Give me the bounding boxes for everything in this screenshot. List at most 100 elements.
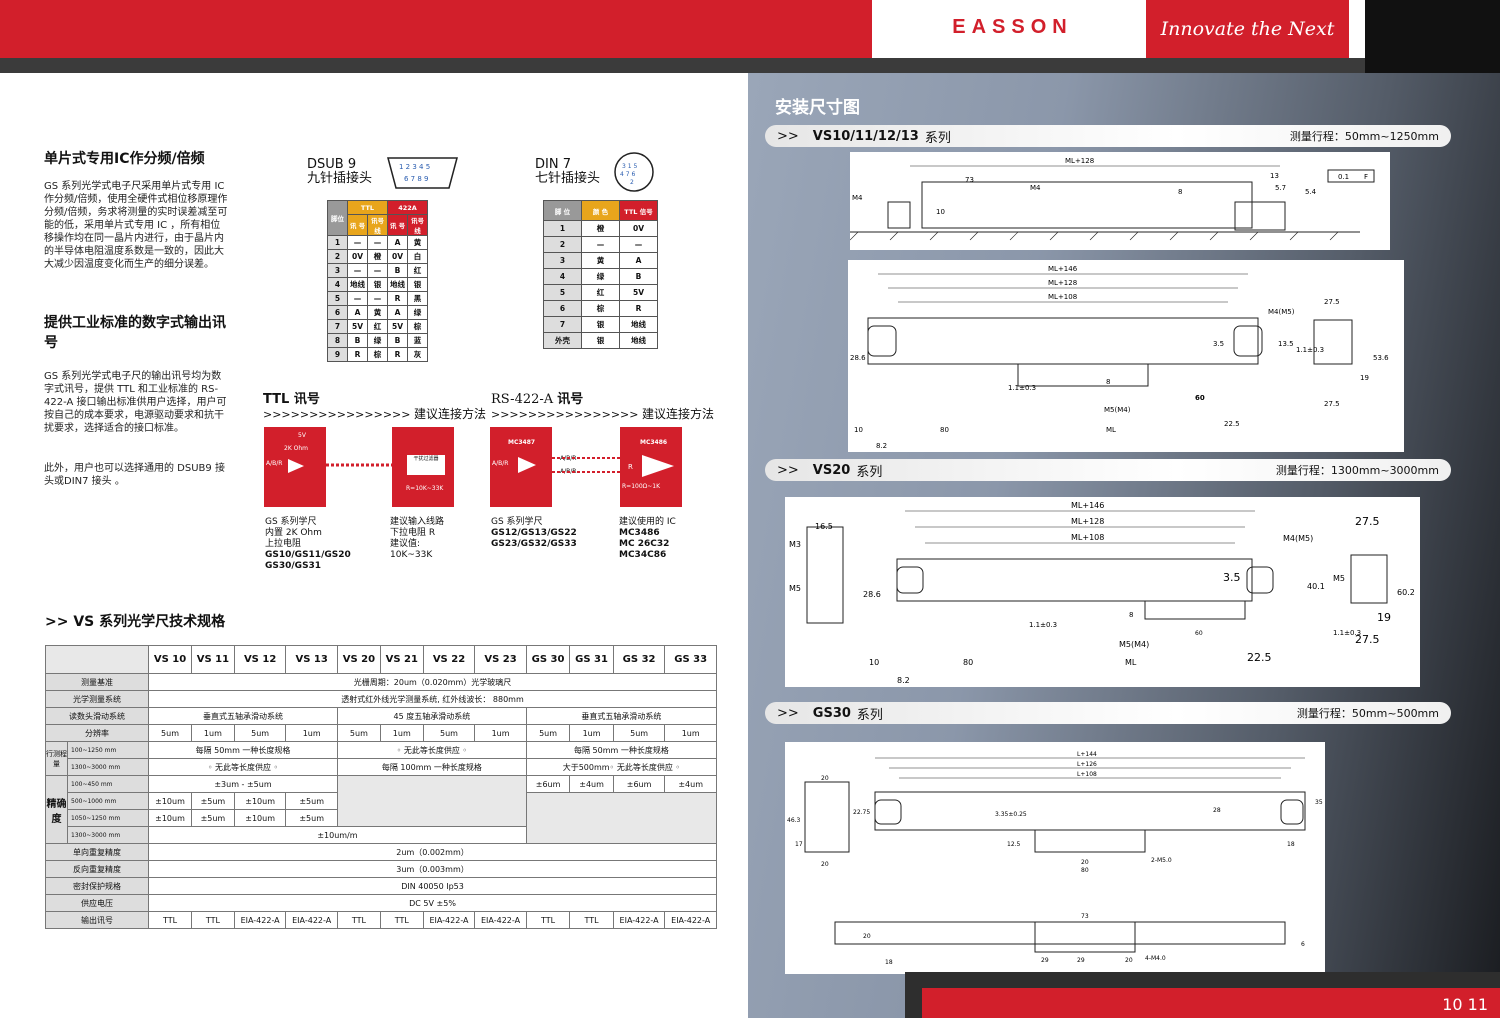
pin-cell: 5V bbox=[347, 319, 368, 334]
pin-cell: B bbox=[387, 333, 408, 348]
dim4-80: 80 bbox=[1081, 867, 1089, 874]
pin-cell: 绿 bbox=[407, 305, 428, 320]
dim2-27-5a: 27.5 bbox=[1324, 298, 1340, 306]
dim-5-7: 5.7 bbox=[1275, 184, 1286, 192]
table-row: 1 橙 0V bbox=[543, 220, 658, 237]
dim2-28-6: 28.6 bbox=[850, 354, 866, 362]
rs-cable bbox=[552, 457, 620, 473]
model-header: GS 32 bbox=[612, 645, 666, 674]
dim2-ml108: ML+108 bbox=[1048, 293, 1077, 301]
din-connector-icon: 3 1 54 7 62 bbox=[614, 152, 654, 192]
model-header: VS 20 bbox=[336, 645, 381, 674]
dim4-46-3: 46.3 bbox=[787, 817, 801, 824]
rs-caption-2: 建议使用的 IC MC3486 MC 26C32 MC34C86 bbox=[619, 517, 676, 560]
dim-8: 8 bbox=[1178, 188, 1182, 196]
dim4-73: 73 bbox=[1081, 913, 1089, 920]
output-cell: TTL bbox=[525, 911, 571, 929]
dim4-28: 28 bbox=[1213, 807, 1221, 814]
dim2-27-5b: 27.5 bbox=[1324, 400, 1340, 408]
model-header: VS 11 bbox=[190, 645, 235, 674]
pin-cell: B bbox=[619, 268, 658, 285]
dim2-22-5: 22.5 bbox=[1224, 420, 1240, 428]
spec-title: >> VS 系列光学尺技术规格 bbox=[45, 614, 226, 630]
resolution-cell: 5um bbox=[422, 724, 476, 742]
pin-cell: 5 bbox=[543, 284, 582, 301]
dim3-m5b: M5 bbox=[1333, 574, 1345, 583]
dim3-27-5a: 27.5 bbox=[1355, 515, 1380, 528]
table-row: 8B绿B蓝 bbox=[327, 333, 428, 348]
dim3-19: 19 bbox=[1377, 611, 1391, 624]
pin-cell: — bbox=[347, 263, 368, 278]
pin-cell: A bbox=[387, 305, 408, 320]
dim3-tol-a: 1.1±0.3 bbox=[1029, 621, 1057, 629]
svg-text:4 7 6: 4 7 6 bbox=[620, 171, 635, 178]
dim-5-4: 5.4 bbox=[1305, 188, 1317, 196]
dim4-20b: 20 bbox=[821, 861, 829, 868]
dim4-20c: 20 bbox=[1081, 859, 1089, 866]
rs-caption-1: GS 系列学尺 GS12/GS13/GS22 GS23/GS32/GS33 bbox=[491, 517, 577, 549]
pin-cell: 银 bbox=[581, 332, 620, 349]
pin-cell: 1 bbox=[327, 235, 348, 250]
pin-cell: 0V bbox=[387, 249, 408, 264]
dim2-tol-b: 1.1±0.3 bbox=[1008, 384, 1036, 392]
pin-cell: 7 bbox=[327, 319, 348, 334]
dim-tolerance: 0.1 bbox=[1338, 173, 1349, 181]
model-header: VS 22 bbox=[422, 645, 476, 674]
dim4-18a: 18 bbox=[1287, 841, 1295, 848]
table-row: 7 银地线 bbox=[543, 316, 658, 333]
pin-cell: 5V bbox=[387, 319, 408, 334]
pin-cell: 红 bbox=[367, 319, 388, 334]
table-row: 6A黄A绿 bbox=[327, 305, 428, 320]
dim4-l144: L+144 bbox=[1077, 751, 1097, 758]
pin-cell: 7 bbox=[543, 316, 582, 333]
dim2-13-5: 13.5 bbox=[1278, 340, 1294, 348]
din-pin-table: 脚 位颜 色 TTL 信号 1 橙 0V 2— —3 黄 A 4 绿 B 5 红 5V 6 棕 R 7 银地线 外壳银… bbox=[543, 200, 658, 349]
pin-cell: 黑 bbox=[407, 291, 428, 306]
dim2-60: 60 bbox=[1195, 394, 1205, 402]
dim3-ml128: ML+128 bbox=[1071, 517, 1104, 526]
dim3-16-5: 16.5 bbox=[815, 522, 833, 531]
vs10-top-drawing: ML+146 ML+128 ML+108 M4(M5) 27.5 3.5 13.… bbox=[848, 260, 1404, 452]
pin-cell: 0V bbox=[619, 220, 658, 237]
spec-table: VS 10 VS 11 VS 12 VS 13 VS 20 VS 21 VS 22 VS 23… bbox=[44, 645, 718, 929]
output-cell: TTL bbox=[148, 911, 192, 929]
dim-10: 10 bbox=[936, 208, 945, 216]
pin-cell: 4 bbox=[327, 277, 348, 292]
pin-cell: 橙 bbox=[581, 220, 620, 237]
header-dark-block bbox=[1365, 0, 1500, 73]
pin-cell: B bbox=[347, 333, 368, 348]
ttl-caption-2: 建议输入线路 下拉电阻 R 建议值: 10K~33K bbox=[390, 517, 445, 560]
dim4-4m4: 4-M4.0 bbox=[1145, 955, 1166, 962]
logo: EASSON bbox=[890, 0, 1135, 55]
vs10-side-svg: ML+128 73 M4 13 5.7 0.1 F M4 10 8 5.4 bbox=[849, 157, 1375, 241]
table-row: 外壳银地线 bbox=[543, 332, 658, 349]
dim4-3-35: 3.35±0.25 bbox=[995, 811, 1027, 818]
pin-cell: 黄 bbox=[407, 235, 428, 250]
dim2-tol-a: 1.1±0.3 bbox=[1296, 346, 1324, 354]
dim2-10: 10 bbox=[854, 426, 863, 434]
dim3-3-5: 3.5 bbox=[1223, 571, 1241, 584]
dsub-title-block: DSUB 9 九针插接头 bbox=[307, 158, 372, 186]
dim3-m5a: M5 bbox=[789, 584, 801, 593]
model-header: GS 33 bbox=[664, 645, 717, 674]
resolution-cell: 1um bbox=[569, 724, 614, 742]
resolution-cell: 5um bbox=[612, 724, 666, 742]
model-header: VS 21 bbox=[379, 645, 424, 674]
pin-cell: R bbox=[387, 291, 408, 306]
pin-cell: 棕 bbox=[581, 300, 620, 317]
dim4-35: 35 bbox=[1315, 799, 1323, 806]
pin-cell: 灰 bbox=[407, 347, 428, 362]
model-header: VS 12 bbox=[233, 645, 287, 674]
pin-cell: 黄 bbox=[581, 252, 620, 269]
pin-cell: 5 bbox=[327, 291, 348, 306]
output-cell: TTL bbox=[569, 911, 614, 929]
dim-ml128: ML+128 bbox=[1065, 157, 1094, 165]
pin-cell: 绿 bbox=[367, 333, 388, 348]
dim-73: 73 bbox=[965, 176, 974, 184]
dim3-8: 8 bbox=[1129, 611, 1133, 619]
install-title: 安装尺寸图 bbox=[775, 98, 860, 118]
dim4-l108: L+108 bbox=[1077, 771, 1097, 778]
pin-cell: 3 bbox=[543, 252, 582, 269]
din-subtitle: 七针插接头 bbox=[535, 171, 601, 186]
pin-cell: 棕 bbox=[367, 347, 388, 362]
